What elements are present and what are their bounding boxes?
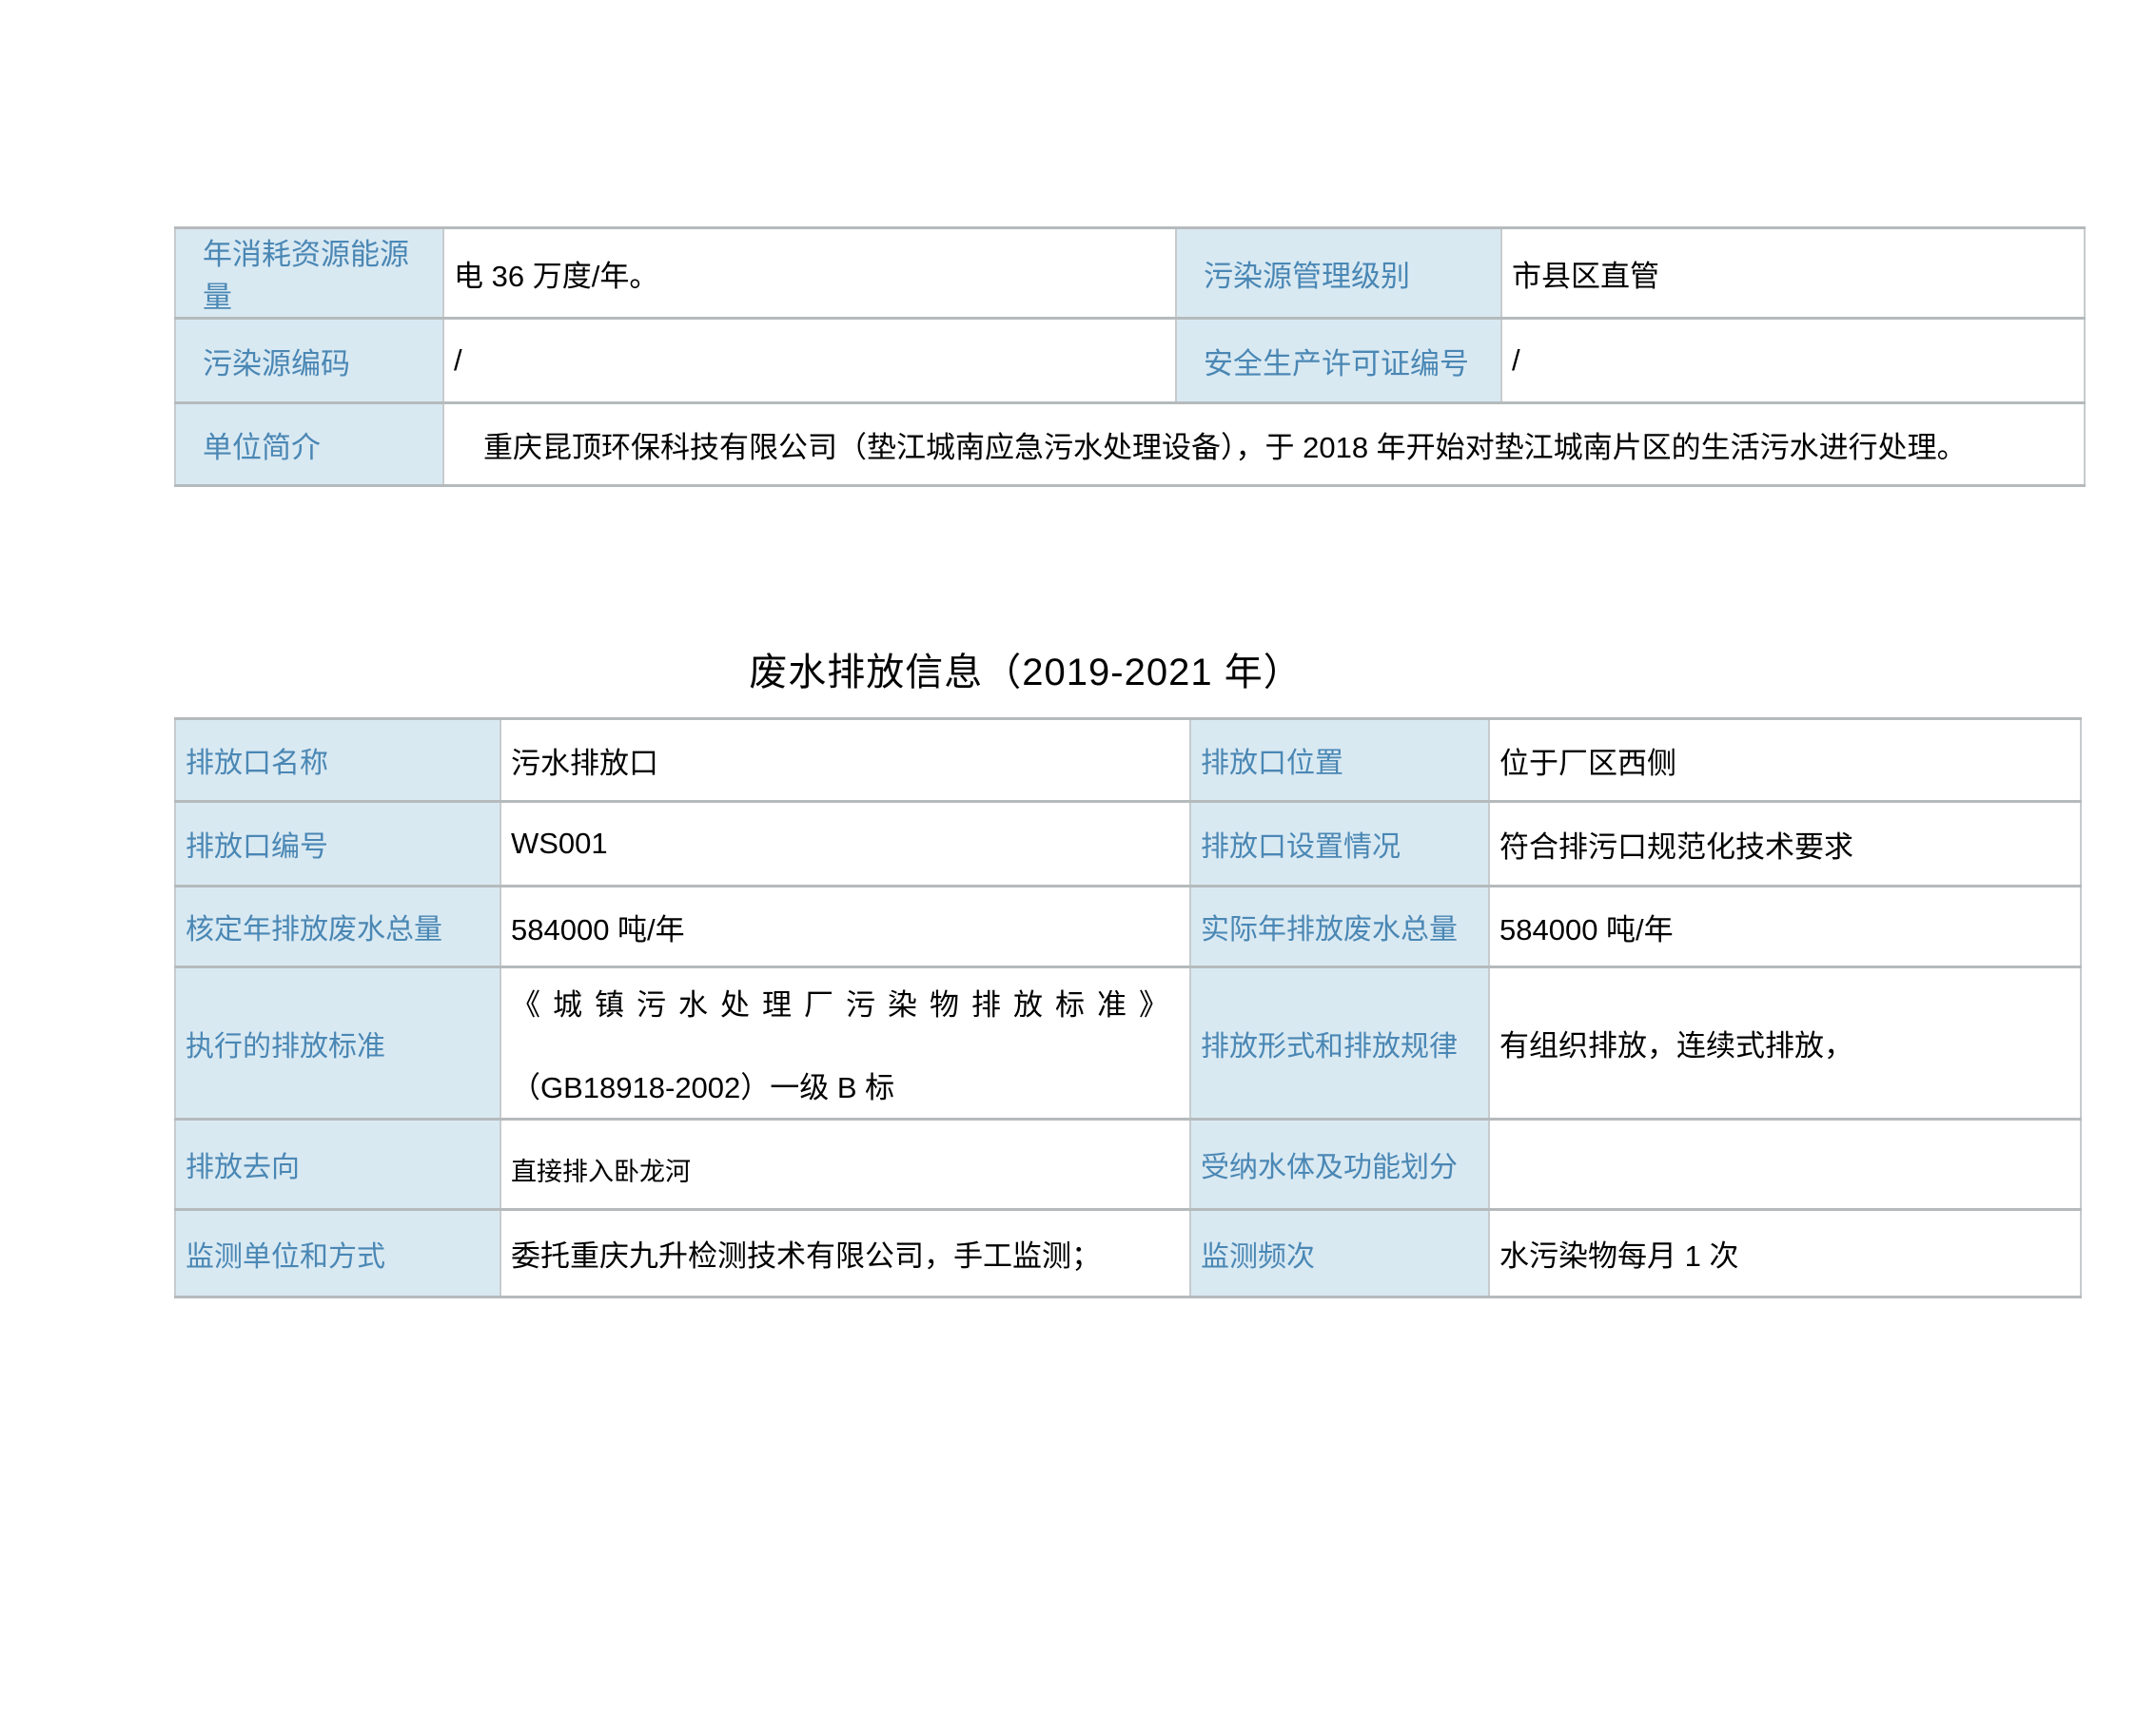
- discharge-standard-line1: 《城镇污水处理厂污染物排放标准》: [511, 981, 1178, 1024]
- value-pollution-source-management-level: 市县区直管: [1501, 228, 2085, 319]
- label-outlet-number: 排放口编号: [175, 802, 500, 887]
- label-outlet-name: 排放口名称: [175, 719, 500, 802]
- table-row: 排放口名称 污水排放口 排放口位置 位于厂区西侧: [175, 719, 2081, 802]
- value-monitoring-frequency: 水污染物每月 1 次: [1489, 1210, 2081, 1297]
- value-unit-profile: 重庆昆顶环保科技有限公司（垫江城南应急污水处理设备），于 2018 年开始对垫江…: [443, 403, 2085, 486]
- value-outlet-number: WS001: [500, 802, 1190, 887]
- table-row: 核定年排放废水总量 584000 吨/年 实际年排放废水总量 584000 吨/…: [175, 887, 2081, 967]
- value-outlet-name: 污水排放口: [500, 719, 1190, 802]
- value-discharge-form-pattern: 有组织排放，连续式排放，: [1489, 967, 2081, 1120]
- value-outlet-location: 位于厂区西侧: [1489, 719, 2081, 802]
- table-row: 执行的排放标准 《城镇污水处理厂污染物排放标准》 （GB18918-2002）一…: [175, 967, 2081, 1120]
- value-receiving-water-function: [1489, 1120, 2081, 1210]
- value-annual-energy-consumption: 电 36 万度/年。: [443, 228, 1176, 319]
- label-receiving-water-function: 受纳水体及功能划分: [1190, 1120, 1489, 1210]
- label-outlet-location: 排放口位置: [1190, 719, 1489, 802]
- value-outlet-setup-status: 符合排污口规范化技术要求: [1489, 802, 2081, 887]
- table-row: 监测单位和方式 委托重庆九升检测技术有限公司，手工监测； 监测频次 水污染物每月…: [175, 1210, 2081, 1297]
- label-discharge-destination: 排放去向: [175, 1120, 500, 1210]
- unit-info-table: 年消耗资源能源量 电 36 万度/年。 污染源管理级别 市县区直管 污染源编码 …: [174, 226, 2086, 487]
- label-unit-profile: 单位简介: [175, 403, 443, 486]
- wastewater-discharge-table: 排放口名称 污水排放口 排放口位置 位于厂区西侧 排放口编号 WS001 排放口…: [174, 717, 2082, 1298]
- label-actual-annual-discharge: 实际年排放废水总量: [1190, 887, 1489, 967]
- label-pollution-source-code: 污染源编码: [175, 319, 443, 403]
- value-discharge-destination: 直接排入卧龙河: [500, 1120, 1190, 1210]
- label-outlet-setup-status: 排放口设置情况: [1190, 802, 1489, 887]
- label-monitoring-frequency: 监测频次: [1190, 1210, 1489, 1297]
- value-pollution-source-code: /: [443, 319, 1176, 403]
- discharge-standard-line2: （GB18918-2002）一级 B 标: [511, 1063, 1178, 1106]
- table-row: 排放口编号 WS001 排放口设置情况 符合排污口规范化技术要求: [175, 802, 2081, 887]
- value-safety-production-license-no: /: [1501, 319, 2085, 403]
- label-annual-energy-consumption: 年消耗资源能源量: [175, 228, 443, 319]
- table-row: 污染源编码 / 安全生产许可证编号 /: [175, 319, 2085, 403]
- label-pollution-source-management-level: 污染源管理级别: [1176, 228, 1501, 319]
- table-row: 年消耗资源能源量 电 36 万度/年。 污染源管理级别 市县区直管: [175, 228, 2085, 319]
- label-approved-annual-discharge: 核定年排放废水总量: [175, 887, 500, 967]
- value-actual-annual-discharge: 584000 吨/年: [1489, 887, 2081, 967]
- label-discharge-standard: 执行的排放标准: [175, 967, 500, 1120]
- label-monitoring-unit-method: 监测单位和方式: [175, 1210, 500, 1297]
- table-row: 单位简介 重庆昆顶环保科技有限公司（垫江城南应急污水处理设备），于 2018 年…: [175, 403, 2085, 486]
- label-discharge-form-pattern: 排放形式和排放规律: [1190, 967, 1489, 1120]
- section-title: 废水排放信息（2019-2021 年）: [174, 647, 1877, 698]
- value-approved-annual-discharge: 584000 吨/年: [500, 887, 1190, 967]
- label-safety-production-license-no: 安全生产许可证编号: [1176, 319, 1501, 403]
- value-monitoring-unit-method: 委托重庆九升检测技术有限公司，手工监测；: [500, 1210, 1190, 1297]
- value-discharge-standard: 《城镇污水处理厂污染物排放标准》 （GB18918-2002）一级 B 标: [500, 967, 1190, 1120]
- table-row: 排放去向 直接排入卧龙河 受纳水体及功能划分: [175, 1120, 2081, 1210]
